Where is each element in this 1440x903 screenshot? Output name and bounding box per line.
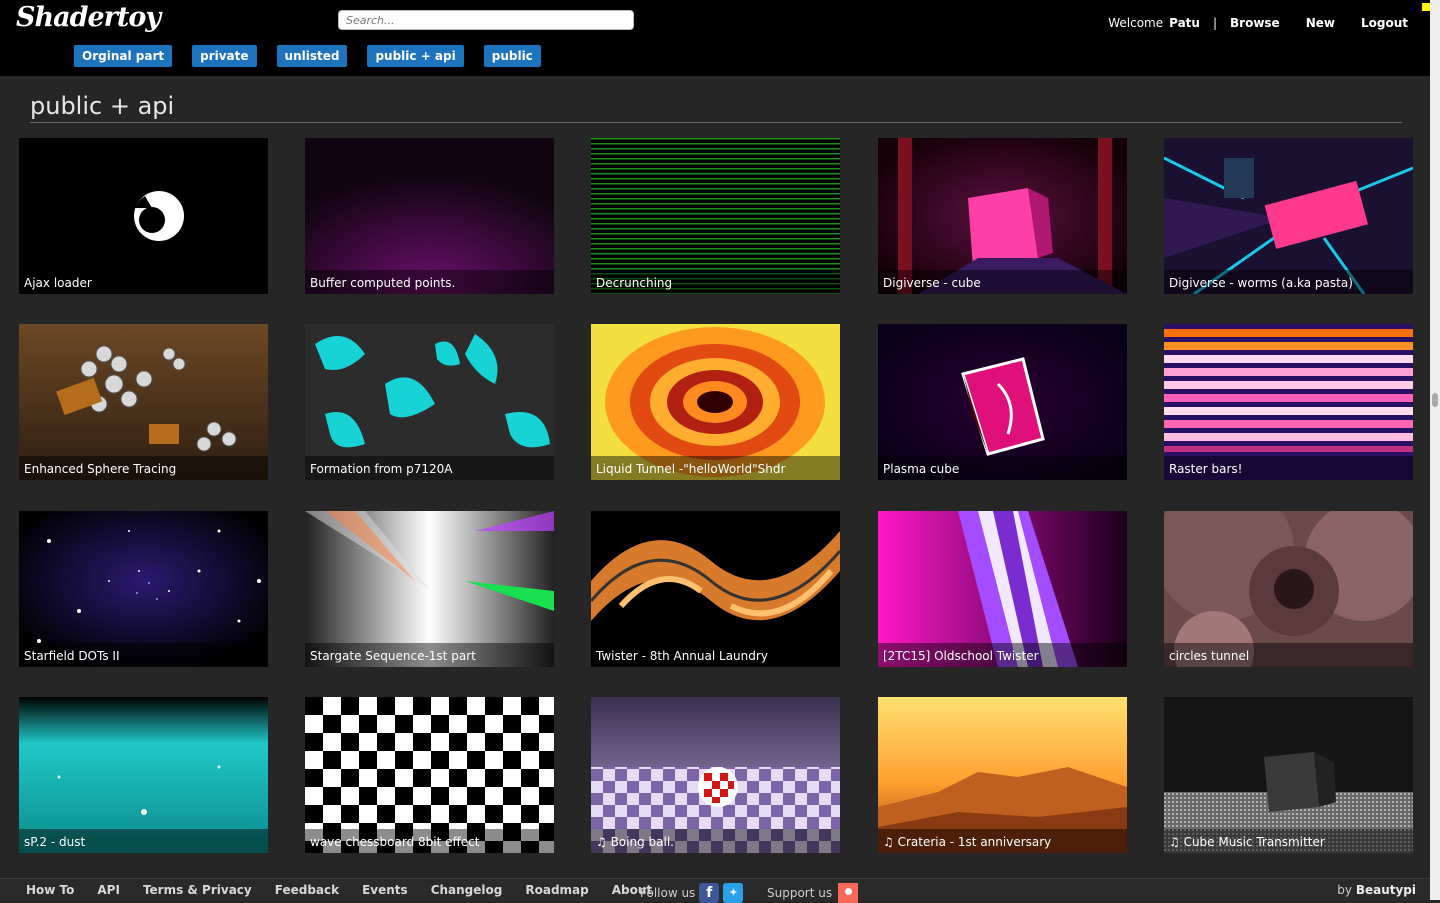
author-link[interactable]: Beautypi	[1356, 883, 1416, 897]
shader-card[interactable]: Raster bars!	[1164, 324, 1413, 480]
shader-card[interactable]: Ajax loader	[19, 138, 268, 294]
shader-title: ♫ Crateria - 1st anniversary	[878, 829, 1127, 853]
shader-title: Ajax loader	[19, 270, 268, 294]
follow-label: Follow us	[640, 886, 696, 900]
shader-title: Starfield DOTs II	[19, 643, 268, 667]
shader-card[interactable]: ♫ Boing ball.	[591, 697, 840, 853]
shader-card[interactable]: Liquid Tunnel -"helloWorld"Shdr	[591, 324, 840, 480]
shader-title: Liquid Tunnel -"helloWorld"Shdr	[591, 456, 840, 480]
footer-link-changelog[interactable]: Changelog	[431, 883, 503, 897]
shader-title: Enhanced Sphere Tracing	[19, 456, 268, 480]
welcome-text: Welcome	[1108, 16, 1164, 30]
patreon-icon[interactable]	[838, 883, 859, 903]
shader-title: ♫ Cube Music Transmitter	[1164, 829, 1413, 853]
twitter-icon[interactable]: ✦	[723, 883, 744, 903]
byline: by Beautypi	[1337, 883, 1416, 897]
shader-card[interactable]: Decrunching	[591, 138, 840, 294]
shader-card[interactable]: ♫ Crateria - 1st anniversary	[878, 697, 1127, 853]
shader-title: Formation from p7120A	[305, 456, 554, 480]
support-label: Support us	[767, 886, 833, 900]
shader-card[interactable]: Digiverse - cube	[878, 138, 1127, 294]
tab-public-api[interactable]: public + api	[367, 45, 464, 67]
shader-title: Buffer computed points.	[305, 270, 554, 294]
section-divider	[30, 122, 1402, 123]
shader-title: Twister - 8th Annual Laundry	[591, 643, 840, 667]
shader-title: sP.2 - dust	[19, 829, 268, 853]
scrollbar-thumb[interactable]	[1432, 393, 1438, 407]
shader-title: Decrunching	[591, 270, 840, 294]
filter-tabs: Orginal part private unlisted public + a…	[74, 45, 561, 67]
shader-title: Stargate Sequence-1st part	[305, 643, 554, 667]
new-link[interactable]: New	[1306, 16, 1335, 30]
shader-title: [2TC15] Oldschool Twister	[878, 643, 1127, 667]
logout-link[interactable]: Logout	[1361, 16, 1408, 30]
follow-us: Follow us f ✦	[640, 883, 744, 903]
corner-marker	[1422, 3, 1430, 11]
facebook-icon[interactable]: f	[699, 883, 720, 903]
footer-link-roadmap[interactable]: Roadmap	[525, 883, 588, 897]
shader-title: wave chessboard 8bit effect	[305, 829, 554, 853]
search-input[interactable]	[338, 10, 634, 30]
footer: How To API Terms & Privacy Feedback Even…	[0, 878, 1430, 903]
shader-title: circles tunnel	[1164, 643, 1413, 667]
tab-original-part[interactable]: Orginal part	[74, 45, 173, 67]
shader-card[interactable]: circles tunnel	[1164, 511, 1413, 667]
tab-unlisted[interactable]: unlisted	[276, 45, 348, 67]
tab-private[interactable]: private	[192, 45, 257, 67]
tab-public[interactable]: public	[483, 45, 541, 67]
scrollbar-track[interactable]	[1430, 0, 1440, 900]
shader-card[interactable]: Stargate Sequence-1st part	[305, 511, 554, 667]
footer-link-howto[interactable]: How To	[26, 883, 74, 897]
footer-link-events[interactable]: Events	[362, 883, 408, 897]
top-bar: Shadertoy Welcome Patu | Browse New Logo…	[0, 0, 1440, 76]
shader-title: Digiverse - cube	[878, 270, 1127, 294]
shader-card[interactable]: wave chessboard 8bit effect	[305, 697, 554, 853]
shader-card[interactable]: Buffer computed points.	[305, 138, 554, 294]
footer-link-api[interactable]: API	[97, 883, 120, 897]
shader-title: Digiverse - worms (a.ka pasta)	[1164, 270, 1413, 294]
footer-links: How To API Terms & Privacy Feedback Even…	[26, 883, 675, 897]
shader-title: ♫ Boing ball.	[591, 829, 840, 853]
footer-link-feedback[interactable]: Feedback	[275, 883, 339, 897]
shader-card[interactable]: Starfield DOTs II	[19, 511, 268, 667]
support-us: Support us	[767, 883, 859, 903]
shader-card[interactable]: Digiverse - worms (a.ka pasta)	[1164, 138, 1413, 294]
browse-link[interactable]: Browse	[1230, 16, 1280, 30]
separator: |	[1212, 16, 1218, 30]
user-bar: Welcome Patu | Browse New Logout	[1108, 16, 1408, 30]
shadertoy-logo[interactable]: Shadertoy	[16, 2, 161, 33]
shader-card[interactable]: Enhanced Sphere Tracing	[19, 324, 268, 480]
footer-link-terms[interactable]: Terms & Privacy	[143, 883, 252, 897]
shader-title: Plasma cube	[878, 456, 1127, 480]
shader-card[interactable]: Formation from p7120A	[305, 324, 554, 480]
shader-card[interactable]: sP.2 - dust	[19, 697, 268, 853]
username-link[interactable]: Patu	[1169, 16, 1200, 30]
shader-card[interactable]: ♫ Cube Music Transmitter	[1164, 697, 1413, 853]
shader-card[interactable]: Twister - 8th Annual Laundry	[591, 511, 840, 667]
shader-card[interactable]: Plasma cube	[878, 324, 1127, 480]
shader-card[interactable]: [2TC15] Oldschool Twister	[878, 511, 1127, 667]
section-title: public + api	[30, 92, 175, 120]
by-label: by	[1337, 883, 1352, 897]
shader-title: Raster bars!	[1164, 456, 1413, 480]
